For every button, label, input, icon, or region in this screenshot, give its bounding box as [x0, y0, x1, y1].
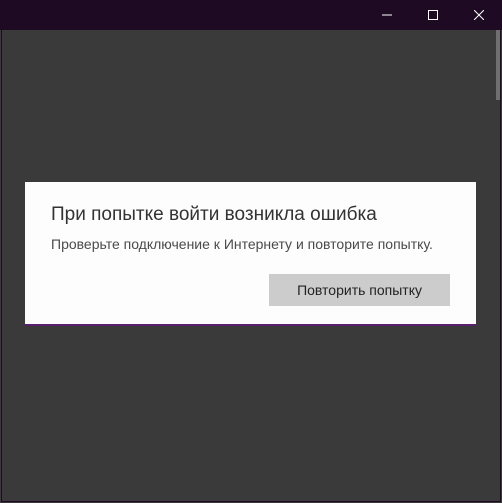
retry-button[interactable]: Повторить попытку	[269, 274, 450, 306]
scrollbar-thumb[interactable]	[496, 30, 500, 100]
maximize-button[interactable]	[410, 0, 456, 30]
titlebar	[0, 0, 502, 30]
error-dialog: При попытке войти возникла ошибка Провер…	[25, 182, 476, 326]
content-area: При попытке войти возникла ошибка Провер…	[1, 30, 501, 502]
dialog-actions: Повторить попытку	[51, 274, 450, 306]
dialog-title: При попытке войти возникла ошибка	[51, 204, 450, 226]
maximize-icon	[428, 10, 438, 20]
close-icon	[474, 10, 484, 20]
minimize-icon	[382, 10, 392, 20]
close-button[interactable]	[456, 0, 502, 30]
window-controls	[364, 0, 502, 30]
minimize-button[interactable]	[364, 0, 410, 30]
dialog-message: Проверьте подключение к Интернету и повт…	[51, 236, 450, 252]
